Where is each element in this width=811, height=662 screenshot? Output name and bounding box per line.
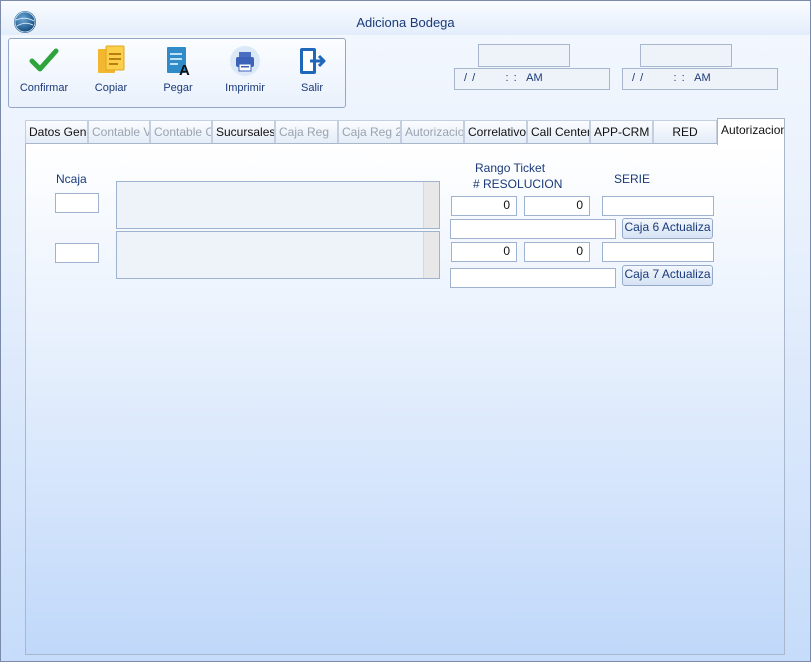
resolucion-label: # RESOLUCION <box>473 177 563 191</box>
svg-text:A: A <box>179 62 190 77</box>
ncaja-input-2[interactable] <box>55 243 99 263</box>
tab-bar: Datos Generales Contable Ventas Contable… <box>25 118 785 145</box>
salir-label: Salir <box>300 82 323 94</box>
memo-scrollbar-2[interactable] <box>423 232 439 278</box>
memo-field-1[interactable] <box>116 181 440 229</box>
pegar-button[interactable]: A Pegar <box>145 43 211 103</box>
window-title: Adiciona Bodega <box>356 15 455 30</box>
rango-ticket-label: Rango Ticket <box>475 161 546 175</box>
paste-icon: A <box>167 47 190 77</box>
copiar-button[interactable]: Copiar <box>78 43 144 103</box>
header-field-2[interactable] <box>640 44 732 67</box>
ncaja-input-1[interactable] <box>55 193 99 213</box>
serie-input-1[interactable] <box>602 196 714 216</box>
serie-input-2[interactable] <box>602 242 714 262</box>
title-bar[interactable]: Adiciona Bodega <box>1 1 810 35</box>
tab-autorizaciones-disabled[interactable]: Autorizaciones <box>401 120 464 144</box>
tab-app-crm[interactable]: APP-CRM <box>590 120 653 144</box>
imprimir-button[interactable]: Imprimir <box>212 43 278 103</box>
serie-label: SERIE <box>614 172 651 186</box>
tab-caja-reg-2[interactable]: Caja Reg 2 <box>338 120 401 144</box>
resolucion-input-2[interactable] <box>450 268 616 288</box>
header-field-1[interactable] <box>478 44 570 67</box>
confirmar-button[interactable]: Confirmar <box>11 43 77 103</box>
tab-sucursales[interactable]: Sucursales <box>212 120 275 144</box>
main-window: Adiciona Bodega Confirmar Copiar A Pegar… <box>0 0 811 662</box>
exit-door-icon <box>300 48 326 74</box>
copiar-label: Copiar <box>94 82 128 94</box>
tab-correlativos[interactable]: Correlativos <box>464 120 527 144</box>
tab-contable-compras[interactable]: Contable Compras <box>150 120 212 144</box>
datetime-field-2[interactable]: / / : : AM <box>622 68 778 90</box>
checkmark-icon <box>29 48 59 72</box>
tab-contable-ventas[interactable]: Contable Ventas <box>88 120 150 144</box>
imprimir-label: Imprimir <box>225 82 265 94</box>
caja-7-actualiza-button[interactable]: Caja 7 Actualiza <box>622 265 713 286</box>
caja-6-actualiza-button[interactable]: Caja 6 Actualiza <box>622 218 713 239</box>
rango-hasta-2[interactable]: 0 <box>524 242 590 262</box>
tab-call-center[interactable]: Call Center <box>527 120 590 144</box>
tab-autorizaciones[interactable]: Autorizaciones <box>717 118 785 145</box>
pegar-label: Pegar <box>163 82 193 94</box>
rango-hasta-1[interactable]: 0 <box>524 196 590 216</box>
ncaja-label: Ncaja <box>56 172 87 186</box>
printer-icon <box>230 46 260 76</box>
confirmar-label: Confirmar <box>19 82 69 94</box>
tab-caja-reg[interactable]: Caja Reg <box>275 120 338 144</box>
toolbar: Confirmar Copiar A Pegar Imprimir Salir <box>8 38 346 108</box>
tab-red[interactable]: RED <box>653 120 717 144</box>
copy-icon <box>98 45 125 73</box>
memo-field-2[interactable] <box>116 231 440 279</box>
rango-desde-1[interactable]: 0 <box>451 196 517 216</box>
datetime-field-1[interactable]: / / : : AM <box>454 68 610 90</box>
resolucion-input-1[interactable] <box>450 219 616 239</box>
salir-button[interactable]: Salir <box>279 43 345 103</box>
memo-scrollbar-1[interactable] <box>423 182 439 228</box>
tab-datos-generales[interactable]: Datos Generales <box>25 120 88 144</box>
rango-desde-2[interactable]: 0 <box>451 242 517 262</box>
